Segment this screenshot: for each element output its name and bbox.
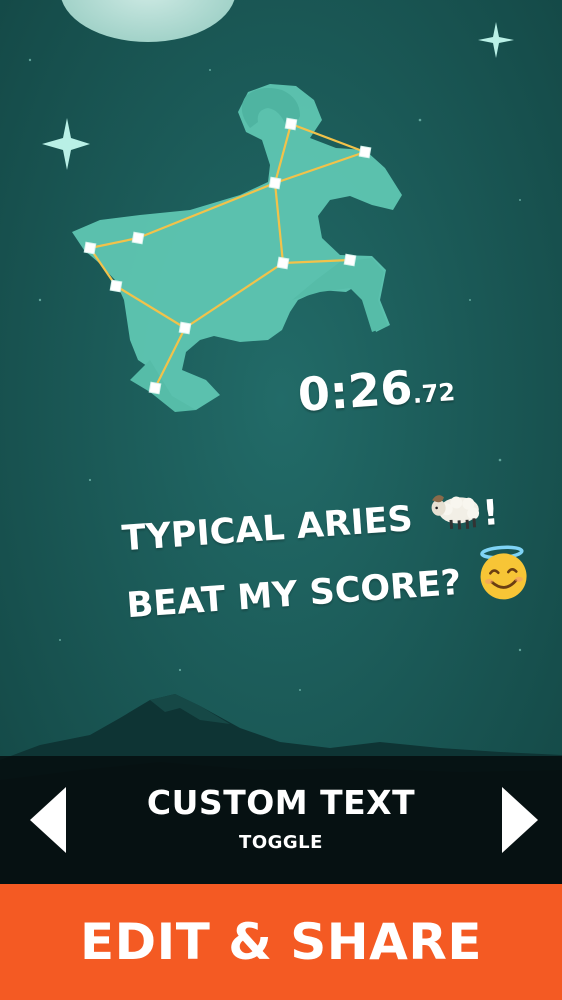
share-screen: 0:26.72 TYPICAL ARIES ! BEAT MY SCORE? C…: [0, 0, 562, 1000]
smiling-face-with-halo-icon: [475, 543, 534, 620]
toggle-title: CUSTOM TEXT: [146, 783, 416, 822]
arrow-left-icon: [30, 787, 66, 853]
timer-fraction: .72: [411, 378, 457, 409]
share-message: TYPICAL ARIES ! BEAT MY SCORE?: [120, 483, 527, 643]
message-line-2-text: BEAT MY SCORE?: [125, 562, 463, 627]
previous-option-button[interactable]: [28, 785, 68, 855]
next-option-button[interactable]: [500, 785, 540, 855]
score-timer: 0:26.72: [296, 357, 456, 422]
edit-and-share-label: EDIT & SHARE: [80, 913, 482, 971]
edit-and-share-button[interactable]: EDIT & SHARE: [0, 884, 562, 1000]
timer-main: 0:26: [296, 360, 415, 422]
ram-icon: [427, 485, 485, 550]
message-line-1-text: TYPICAL ARIES: [120, 499, 415, 560]
arrow-right-icon: [502, 787, 538, 853]
message-line-1-end: !: [481, 493, 501, 535]
toggle-subtitle: TOGGLE: [239, 832, 323, 853]
